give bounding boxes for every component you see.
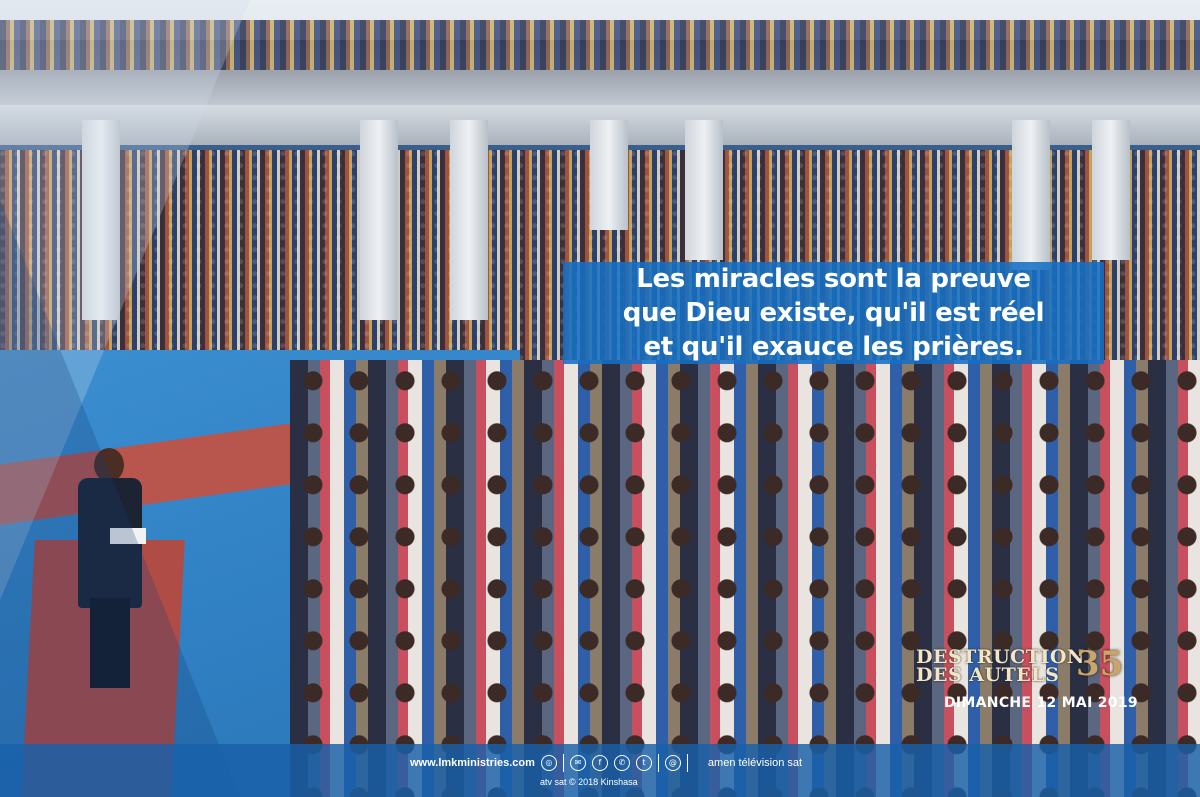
facebook-icon[interactable]: f [591,755,608,771]
whatsapp-icon[interactable]: ✆ [613,755,630,771]
pillar [1092,120,1130,260]
website-link[interactable]: www.lmkministries.com [410,757,535,769]
audience-near [290,360,1200,797]
mail-icon[interactable]: ✉ [569,755,586,771]
pillar [685,120,723,260]
pillar [450,120,488,320]
footer-links: www.lmkministries.com ◎ ✉ f ✆ t @ amen t… [410,753,802,773]
globe-icon[interactable]: ◎ [540,755,557,771]
copyright: atv sat © 2018 Kinshasa [540,777,638,787]
pillar [360,120,398,320]
event-number: 35 [1076,644,1124,684]
at-icon[interactable]: @ [664,755,681,771]
event-title-line2: DES AUTELS [916,664,1060,686]
divider [562,754,564,772]
pillar [1012,120,1050,270]
pillar [590,120,628,230]
poster: Les miracles sont la preuve que Dieu exi… [0,0,1200,797]
divider [686,754,688,772]
event-logo: DESTRUCTION DES AUTELS 35 [916,646,1136,686]
twitter-icon[interactable]: t [635,755,652,771]
tv-channel-label: amen télévision sat [707,757,803,769]
divider [657,754,659,772]
event-date: DIMANCHE 12 MAI 2019 [944,695,1138,711]
quote-banner: Les miracles sont la preuve que Dieu exi… [563,262,1104,364]
quote-text: Les miracles sont la preuve que Dieu exi… [622,264,1045,362]
